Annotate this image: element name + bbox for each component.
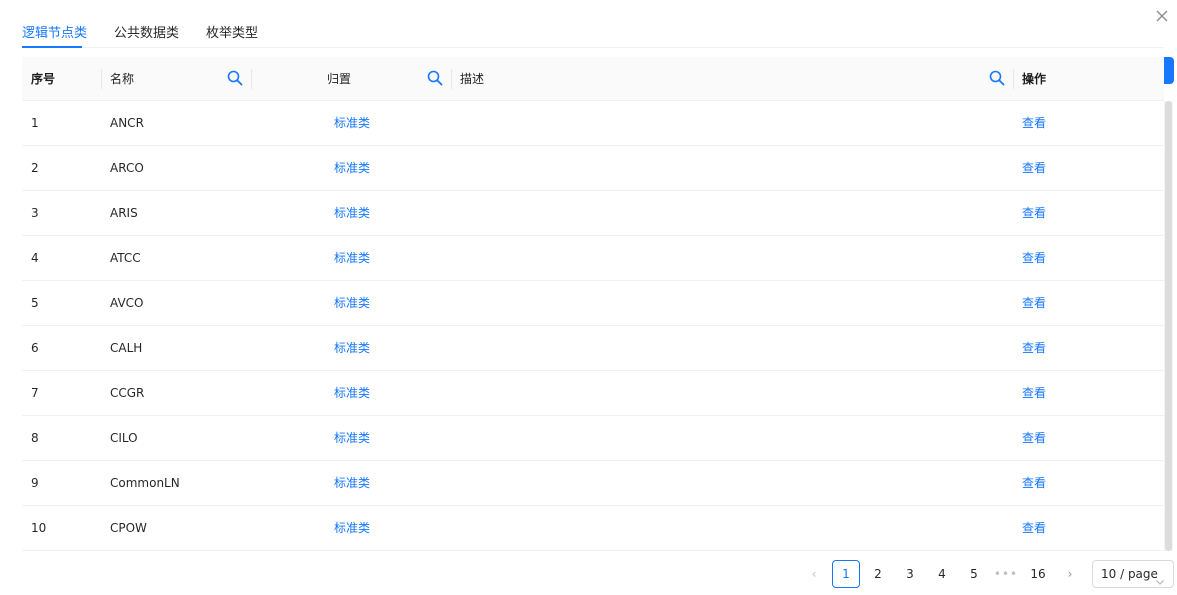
next-page-button[interactable]: › [1056,560,1084,588]
column-header-action: 操作 [1022,72,1047,86]
tab-logic-node-class[interactable]: 逻辑节点类 [22,22,87,41]
page-last-button[interactable]: 16 [1024,560,1052,588]
table-row: 2 ARCO 标准类 查看 [22,146,1164,191]
chevron-down-icon [1155,570,1165,595]
column-header-description: 描述 [460,72,485,86]
table-row: 4 ATCC 标准类 查看 [22,236,1164,281]
search-icon[interactable] [227,70,243,86]
row-name: AVCO [110,296,144,310]
view-link[interactable]: 查看 [1022,371,1046,416]
table-body: 1 ANCR 标准类 查看 2 ARCO 标准类 查看 3 ARIS 标准类 查… [22,101,1164,551]
search-icon[interactable] [989,70,1005,86]
page-size-select[interactable]: 10 / page [1092,560,1174,588]
view-link[interactable]: 查看 [1022,506,1046,551]
row-name: ARCO [110,161,144,175]
row-index: 1 [31,116,39,130]
pagination: ‹ 1 2 3 4 5 ••• 16 › 10 / page [0,560,1177,588]
view-link[interactable]: 查看 [1022,281,1046,326]
table-row: 8 CILO 标准类 查看 [22,416,1164,461]
table-row: 3 ARIS 标准类 查看 [22,191,1164,236]
row-category-link[interactable]: 标准类 [334,461,370,506]
table-row: 1 ANCR 标准类 查看 [22,101,1164,146]
row-index: 9 [31,476,39,490]
tab-enum-type[interactable]: 枚举类型 [206,22,258,41]
tab-bar: 逻辑节点类 公共数据类 枚举类型 [22,14,1164,48]
row-category-link[interactable]: 标准类 [334,371,370,416]
row-name: ATCC [110,251,141,265]
view-link[interactable]: 查看 [1022,326,1046,371]
view-link[interactable]: 查看 [1022,461,1046,506]
column-divider [251,69,252,89]
page-3-button[interactable]: 3 [896,560,924,588]
tab-common-data-class[interactable]: 公共数据类 [114,22,179,41]
table-header: 序号 名称 归置 描述 操作 [22,57,1164,101]
column-header-category: 归置 [327,72,352,86]
row-name: CPOW [110,521,147,535]
row-category-link[interactable]: 标准类 [334,146,370,191]
page-1-button[interactable]: 1 [832,560,860,588]
vertical-scrollbar[interactable] [1164,101,1173,551]
view-link[interactable]: 查看 [1022,101,1046,146]
table-row: 6 CALH 标准类 查看 [22,326,1164,371]
row-index: 4 [31,251,39,265]
page-size-value: 10 / page [1101,567,1158,581]
page-2-button[interactable]: 2 [864,560,892,588]
row-name: ARIS [110,206,138,220]
row-name: CALH [110,341,143,355]
row-category-link[interactable]: 标准类 [334,101,370,146]
row-index: 8 [31,431,39,445]
row-category-link[interactable]: 标准类 [334,326,370,371]
jump-next-ellipsis[interactable]: ••• [992,560,1020,588]
row-name: CILO [110,431,138,445]
view-link[interactable]: 查看 [1022,236,1046,281]
prev-page-button[interactable]: ‹ [800,560,828,588]
column-header-name: 名称 [110,72,135,86]
row-name: CommonLN [110,476,180,490]
column-header-index: 序号 [31,72,56,86]
table-row: 9 CommonLN 标准类 查看 [22,461,1164,506]
row-name: ANCR [110,116,144,130]
row-index: 7 [31,386,39,400]
view-link[interactable]: 查看 [1022,146,1046,191]
logic-node-dialog: 逻辑节点类 公共数据类 枚举类型 添 加 序号 名称 归置 描述 操作 [0,0,1177,595]
row-index: 6 [31,341,39,355]
row-category-link[interactable]: 标准类 [334,506,370,551]
row-name: CCGR [110,386,145,400]
search-icon[interactable] [427,70,443,86]
view-link[interactable]: 查看 [1022,191,1046,236]
tab-active-indicator [22,46,82,48]
row-index: 2 [31,161,39,175]
row-index: 10 [31,521,47,535]
column-divider [451,69,452,89]
row-index: 5 [31,296,39,310]
page-4-button[interactable]: 4 [928,560,956,588]
data-table: 序号 名称 归置 描述 操作 1 ANCR 标准类 查看 2 ARCO 标准类 … [22,57,1164,551]
table-row: 7 CCGR 标准类 查看 [22,371,1164,416]
row-category-link[interactable]: 标准类 [334,281,370,326]
row-category-link[interactable]: 标准类 [334,191,370,236]
scrollbar-thumb[interactable] [1165,101,1172,551]
column-divider [101,69,102,89]
column-divider [1013,69,1014,89]
view-link[interactable]: 查看 [1022,416,1046,461]
page-5-button[interactable]: 5 [960,560,988,588]
table-row: 10 CPOW 标准类 查看 [22,506,1164,551]
table-row: 5 AVCO 标准类 查看 [22,281,1164,326]
row-category-link[interactable]: 标准类 [334,416,370,461]
row-index: 3 [31,206,39,220]
row-category-link[interactable]: 标准类 [334,236,370,281]
